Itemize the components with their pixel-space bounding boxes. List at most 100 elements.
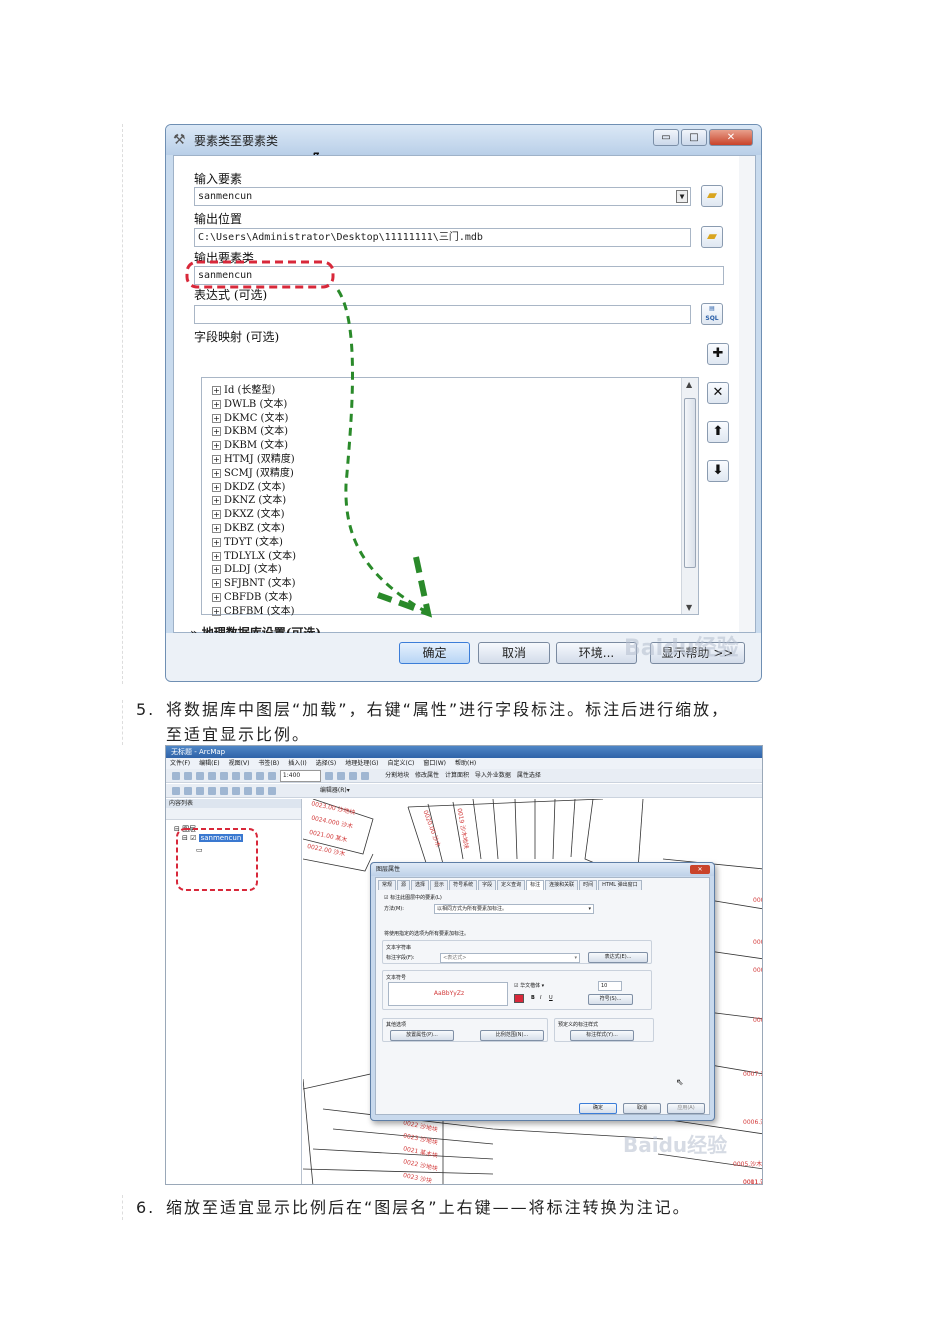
checkbox-label: 标注此图层中的要素(L) (390, 895, 442, 901)
props-ok-button[interactable]: 确定 (579, 1103, 617, 1114)
toolbox-icon[interactable] (349, 771, 358, 780)
mouse-cursor-icon: ⇖ (676, 1078, 684, 1088)
layer-properties-dialog: 图层属性 ✕ 常规源选择 显示 符号系统 字段 定义查询 标注 连接和关联 时间 HTML 弹出… (370, 862, 715, 1121)
method-label: 方法(M): (384, 906, 404, 912)
margin-line (122, 1195, 123, 1220)
redo-icon[interactable] (268, 771, 276, 780)
measure-icon[interactable] (256, 786, 264, 795)
scale-range-button[interactable]: 比例范围(N)... (480, 1030, 544, 1041)
menu-item[interactable]: 编辑(E) (199, 760, 219, 767)
baidu-watermark: Baidu经验 (623, 1133, 728, 1157)
props-tab[interactable]: 定义查询 (497, 880, 526, 890)
tool-split[interactable]: 分割地块 (385, 772, 409, 779)
save-icon[interactable] (196, 771, 204, 780)
tool-import[interactable]: 导入外业数据 (475, 772, 511, 779)
cut-icon[interactable] (220, 771, 228, 780)
font-select[interactable]: ☑ 华文楷体 ▾ (514, 982, 544, 989)
props-tab[interactable]: 源 (397, 880, 411, 890)
tools-toolbar: 编辑器(R)▾ (166, 784, 762, 798)
python-icon[interactable] (361, 771, 370, 780)
full-extent-icon[interactable] (208, 786, 216, 795)
find-icon[interactable] (244, 786, 252, 795)
hyperlink-icon[interactable] (268, 786, 276, 795)
new-icon[interactable] (172, 771, 180, 780)
symbol-preview: AaBbYyZz (388, 982, 508, 1006)
copy-icon[interactable] (232, 771, 240, 780)
parcel-label: 000 (753, 897, 762, 904)
tool-select[interactable]: 属性选择 (517, 772, 541, 779)
props-tab[interactable]: 时间 (579, 880, 598, 890)
color-swatch[interactable] (514, 994, 524, 1003)
chevron-down-icon: ▾ (574, 955, 577, 961)
catalog-icon[interactable] (337, 771, 346, 780)
scale-box[interactable]: 1:400 (279, 770, 322, 782)
identify-icon[interactable] (232, 786, 240, 795)
italic-icon[interactable]: I (540, 995, 541, 1001)
arcmap-window: 无标题 - ArcMap 文件(F) 编辑(E) 视图(V) 书签(B) 插入(I) 选择… (165, 745, 763, 1185)
parcel-label: 0005.沙木 (733, 1161, 763, 1168)
props-tab[interactable]: 连接和关联 (545, 880, 579, 890)
props-tabs: 常规源选择 显示 符号系统 字段 定义查询 标注 连接和关联 时间 HTML 弹出窗口 (378, 880, 642, 890)
menu-item[interactable]: 地理处理(G) (345, 760, 378, 767)
step5-number: 5. (136, 700, 156, 719)
props-apply-button[interactable]: 应用(A) (667, 1103, 705, 1114)
props-tab[interactable]: HTML 弹出窗口 (598, 880, 642, 890)
symbol-button[interactable]: 符号(S)... (588, 994, 633, 1005)
props-tab[interactable]: 符号系统 (449, 880, 478, 890)
tool-modify[interactable]: 修改属性 (415, 772, 439, 779)
zoom-in-icon[interactable] (172, 786, 180, 795)
label-styles-button[interactable]: 标注样式(Y)... (570, 1030, 634, 1041)
props-body: 常规源选择 显示 符号系统 字段 定义查询 标注 连接和关联 时间 HTML 弹出窗口 ☑ 标注… (375, 877, 710, 1115)
map-view[interactable]: 0023.00 沙地块 0024.000 沙木 0021.00 某木 0022.00 … (303, 799, 763, 1185)
expression-button[interactable]: 表达式(E)... (588, 952, 648, 963)
menu-item[interactable]: 书签(B) (258, 760, 279, 767)
select-icon[interactable] (220, 786, 228, 795)
menu-item[interactable]: 自定义(C) (388, 760, 415, 767)
menu-item[interactable]: 插入(I) (288, 760, 306, 767)
close-icon[interactable]: ✕ (690, 865, 710, 874)
props-cancel-button[interactable]: 取消 (623, 1103, 661, 1114)
arcmap-titlebar: 无标题 - ArcMap (166, 746, 762, 758)
other-options-label: 其他选项 (386, 1022, 407, 1028)
label-field-select[interactable]: <表达式> ▾ (440, 953, 580, 963)
parcel-label: 0011.沙 (743, 1179, 762, 1185)
props-tab[interactable]: 常规 (378, 880, 397, 890)
predefined-label: 预定义的标注样式 (558, 1022, 599, 1028)
underline-icon[interactable]: U (549, 995, 553, 1001)
print-icon[interactable] (208, 771, 216, 780)
parcel-label: 000 (753, 967, 762, 974)
props-tab[interactable]: 选择 (411, 880, 430, 890)
method-select[interactable]: 以相同方式为所有要素加标注。 ▾ (434, 904, 594, 914)
menu-item[interactable]: 文件(F) (170, 760, 190, 767)
margin-line (122, 124, 123, 684)
props-tab[interactable]: 标注 (526, 880, 545, 890)
menu-item[interactable]: 帮助(H) (455, 760, 476, 767)
props-tab[interactable]: 显示 (430, 880, 449, 890)
text-symbol-label: 文本符号 (386, 975, 407, 981)
margin-line (122, 700, 123, 745)
label-features-checkbox[interactable]: ☑ 标注此图层中的要素(L) (384, 894, 442, 901)
highlight-ring (185, 260, 335, 289)
bold-icon[interactable]: B (531, 995, 535, 1001)
zoom-out-icon[interactable] (184, 786, 192, 795)
menu-item[interactable]: 窗口(W) (423, 760, 446, 767)
layout-icon[interactable] (325, 771, 334, 780)
paste-icon[interactable] (244, 771, 252, 780)
undo-icon[interactable] (256, 771, 264, 780)
parcel-label: 000 (753, 939, 762, 946)
editor-menu[interactable]: 编辑器(R)▾ (320, 787, 350, 794)
label-field-label: 标注字段(F): (386, 955, 415, 961)
text-string-label: 文本字符串 (386, 945, 412, 951)
arrow-path (336, 289, 429, 615)
font-size-select[interactable]: 10 (598, 981, 622, 991)
placement-button[interactable]: 放置属性(P)... (390, 1030, 454, 1041)
pan-icon[interactable] (196, 786, 204, 795)
menu-item[interactable]: 选择(S) (316, 760, 337, 767)
parcel-label: 0006.沙 (743, 1119, 762, 1126)
menu-item[interactable]: 视图(V) (229, 760, 250, 767)
props-tab[interactable]: 字段 (478, 880, 497, 890)
parcel-label: 000 (753, 1017, 762, 1024)
tool-area[interactable]: 计算面积 (445, 772, 469, 779)
open-icon[interactable] (184, 771, 192, 780)
props-title: 图层属性 (371, 863, 714, 876)
